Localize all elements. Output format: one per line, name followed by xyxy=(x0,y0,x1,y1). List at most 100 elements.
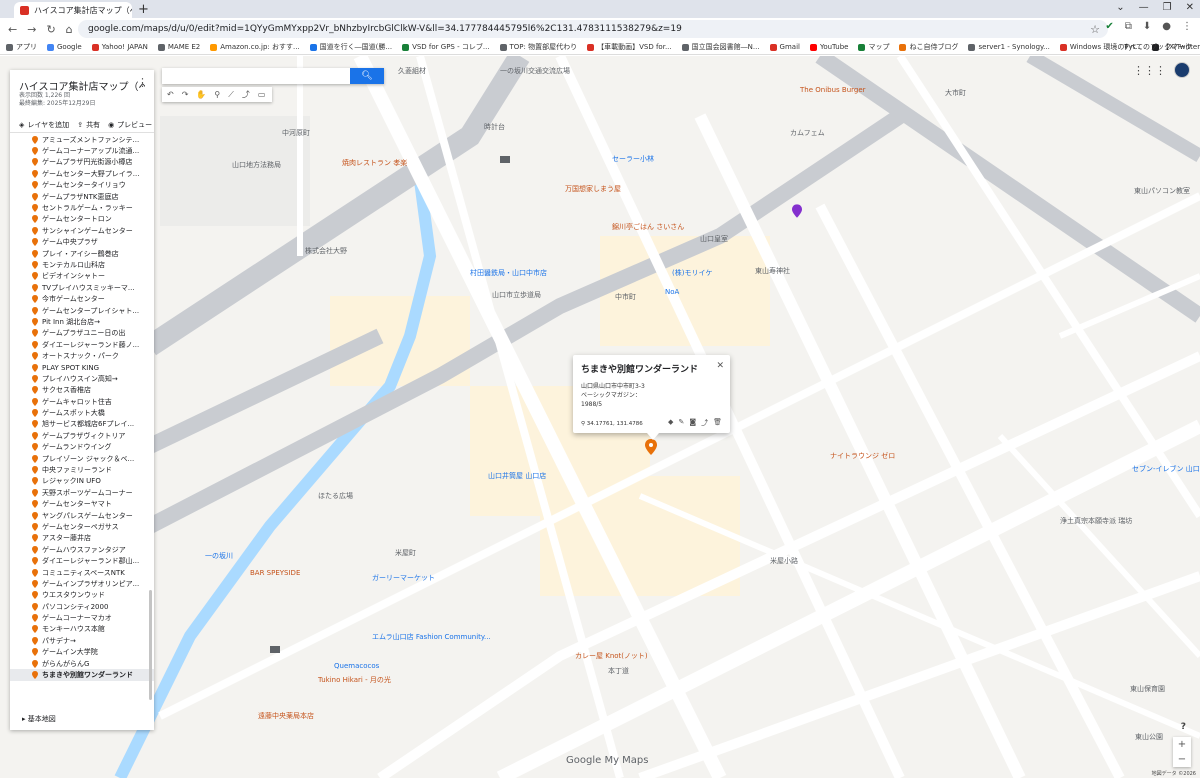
place-list-item[interactable]: PLAY SPOT KING xyxy=(10,362,154,373)
back-icon[interactable]: ← xyxy=(8,23,17,36)
place-list-item[interactable]: ゲームセンタータイリョウ xyxy=(10,180,154,191)
purple-marker-icon[interactable] xyxy=(792,204,802,218)
map-label[interactable]: 東山パソコン教室 xyxy=(1134,186,1190,196)
place-list-item[interactable]: ゲームインプラザオリンピア... xyxy=(10,578,154,589)
place-list-item[interactable]: ゲームキャロット住吉 xyxy=(10,396,154,407)
map-label[interactable]: セブン-イレブン 山口米屋町店 xyxy=(1132,464,1200,474)
place-list-item[interactable]: ゲームプラザNTK恵庭店 xyxy=(10,191,154,202)
avatar[interactable] xyxy=(1174,62,1190,78)
bookmark-item[interactable]: Google xyxy=(47,43,82,51)
bookmark-item[interactable]: ねこ自侍ブログ xyxy=(899,42,958,52)
map-label[interactable]: Quemacocos xyxy=(334,662,379,670)
base-map-toggle[interactable]: ▸ 基本地図 xyxy=(22,714,56,724)
map-label[interactable]: 遠藤中央薬局本店 xyxy=(258,711,314,721)
map-label[interactable]: ナイトラウンジ ゼロ xyxy=(830,451,895,461)
search-button[interactable]: 🔍︎ xyxy=(350,68,384,84)
place-list-item[interactable]: 中央ファミリーランド xyxy=(10,464,154,475)
place-list-item[interactable]: ゲームセンタープレイシャト... xyxy=(10,305,154,316)
map-label[interactable]: 東山寿神社 xyxy=(755,266,790,276)
popup-coordinates[interactable]: ⚲ 34.17761, 131.4786 xyxy=(581,421,643,427)
place-list-item[interactable]: ゲームコーナーアップル流通... xyxy=(10,145,154,156)
search-box[interactable]: 🔍︎ xyxy=(162,68,384,84)
map-label[interactable]: 時計台 xyxy=(484,122,505,132)
map-label[interactable]: 米屋町 xyxy=(395,548,416,558)
place-list-item[interactable]: パサデナ→ xyxy=(10,635,154,646)
measure-icon[interactable]: ▭ xyxy=(258,90,266,99)
map-label[interactable]: 万国想家しまう屋 xyxy=(565,184,621,194)
draw-line-icon[interactable]: ⟋ xyxy=(228,90,234,100)
minimize-icon[interactable]: — xyxy=(1139,2,1149,13)
place-list-item[interactable]: ゲームセンターヤマト xyxy=(10,499,154,510)
bookmark-item[interactable]: VSD for GPS - コレブ... xyxy=(402,42,490,52)
bookmark-item[interactable]: Yahoo! JAPAN xyxy=(91,43,148,51)
map-label[interactable]: 東山公園 xyxy=(1135,732,1163,742)
place-list-item[interactable]: アスター藤井店 xyxy=(10,533,154,544)
style-icon[interactable]: ◆ xyxy=(668,418,673,428)
map-label[interactable]: エムラ山口店 Fashion Community... xyxy=(372,632,491,642)
place-list-item[interactable]: ゲームランドウイング xyxy=(10,442,154,453)
place-list-item[interactable]: ゲームセンター大野プレイラ... xyxy=(10,168,154,179)
map-label[interactable]: 焼肉レストラン 孝楽 xyxy=(342,158,407,168)
place-list-item[interactable]: ヤングパレスゲームセンター xyxy=(10,510,154,521)
menu-icon[interactable]: ⋮ xyxy=(1182,21,1192,32)
place-list-item[interactable]: ゲームコーナーマカオ xyxy=(10,612,154,623)
place-list-item[interactable]: ゲームセンターペガサス xyxy=(10,521,154,532)
share-button[interactable]: ⇪ 共有 xyxy=(77,120,100,130)
bookmark-item[interactable]: Amazon.co.jp: おすす... xyxy=(210,42,300,52)
zoom-out-button[interactable]: − xyxy=(1173,752,1191,767)
edit-icon[interactable]: ✎ xyxy=(678,418,684,428)
address-bar[interactable]: google.com/maps/d/u/0/edit?mid=1QYyGmMYx… xyxy=(78,20,1108,38)
map-label[interactable]: カムフェム xyxy=(790,128,825,138)
map-label[interactable]: セーラー小林 xyxy=(612,154,654,164)
hand-icon[interactable]: ✋ xyxy=(196,90,206,99)
bookmark-item[interactable]: MAME E2 xyxy=(157,43,200,51)
profile-icon[interactable]: ● xyxy=(1162,21,1171,32)
map-label[interactable]: 中河原町 xyxy=(282,128,310,138)
map-label[interactable]: 山口市立歩道局 xyxy=(492,290,541,300)
tab-search-icon[interactable]: ⌄ xyxy=(1116,2,1124,13)
place-list-item[interactable]: サクセス香椎店 xyxy=(10,385,154,396)
extension-check-icon[interactable]: ✔ xyxy=(1105,21,1113,32)
place-list-item[interactable]: ゲームハウスファンタジア xyxy=(10,544,154,555)
directions-icon[interactable]: ⤴ xyxy=(242,89,250,100)
map-label[interactable]: 山口地方法務局 xyxy=(232,160,281,170)
camera-icon[interactable]: ◙ xyxy=(689,418,696,428)
map-label[interactable]: 山口井筒屋 山口店 xyxy=(488,471,546,481)
place-list-item[interactable]: ゲームプラザヴィクトリア xyxy=(10,430,154,441)
reload-icon[interactable]: ↻ xyxy=(46,23,55,36)
map-label[interactable]: ほたる広場 xyxy=(318,491,353,501)
bookmark-item[interactable]: YouTube xyxy=(809,43,848,51)
directions-icon[interactable]: ⤴ xyxy=(701,418,708,428)
place-list-item[interactable]: プレイハウスイン高知→ xyxy=(10,373,154,384)
close-icon[interactable]: ✕ xyxy=(716,361,724,371)
place-list-item[interactable]: ゲームプラザ円光街源小樽店 xyxy=(10,157,154,168)
close-window-icon[interactable]: ✕ xyxy=(1186,2,1194,13)
map-label[interactable]: 一の坂川交通交流広場 xyxy=(500,66,570,76)
bookmark-star-icon[interactable]: ☆ xyxy=(1090,23,1100,36)
bookmark-item[interactable]: TOP: 物置部屋代わり xyxy=(499,42,577,52)
place-list-item[interactable]: プレイ・アイシー鶴巻店 xyxy=(10,248,154,259)
map-label[interactable]: ガーリーマーケット xyxy=(372,573,435,583)
map-label[interactable]: 村田醤鉄局・山口中市店 xyxy=(470,268,547,278)
extensions-icon[interactable]: ⧉ xyxy=(1125,21,1132,32)
map-label[interactable]: カレー屋 Knot(ノット) xyxy=(575,651,648,661)
place-list-item[interactable]: ゲームプラザユニー日の出 xyxy=(10,328,154,339)
place-list-item[interactable]: レジャックIN UFO xyxy=(10,476,154,487)
map-label[interactable]: 浄土真宗本願寺派 瑞坊 xyxy=(1060,516,1132,526)
place-list-item[interactable]: 今市ゲームセンター xyxy=(10,293,154,304)
map-label[interactable]: The Onibus Burger xyxy=(800,86,866,94)
map-label[interactable]: 東山保育園 xyxy=(1130,684,1165,694)
bookmark-item[interactable]: Gmail xyxy=(769,43,800,51)
place-list-item[interactable]: オートスナック・パーク xyxy=(10,350,154,361)
map-label[interactable]: 株式会社大野 xyxy=(305,246,347,256)
map-label[interactable]: 一の坂川 xyxy=(205,551,233,561)
map-label[interactable]: NoA xyxy=(665,288,679,296)
bookmark-item[interactable]: 国道を行く―国道(勝... xyxy=(309,42,392,52)
bookmark-item[interactable]: マップ xyxy=(858,42,889,52)
map-label[interactable]: 山口皇室 xyxy=(700,234,728,244)
all-bookmarks[interactable]: すべてのブックマーク xyxy=(1123,42,1192,52)
place-list-item[interactable]: ダイエーレジャーランド藤ノ... xyxy=(10,339,154,350)
place-list-item[interactable]: モンテカルロ山科店 xyxy=(10,259,154,270)
map-title[interactable]: ハイスコア集計店マップ（ベーシ... xyxy=(19,78,145,93)
apps-grid-icon[interactable]: ⋮⋮⋮ xyxy=(1133,64,1166,77)
